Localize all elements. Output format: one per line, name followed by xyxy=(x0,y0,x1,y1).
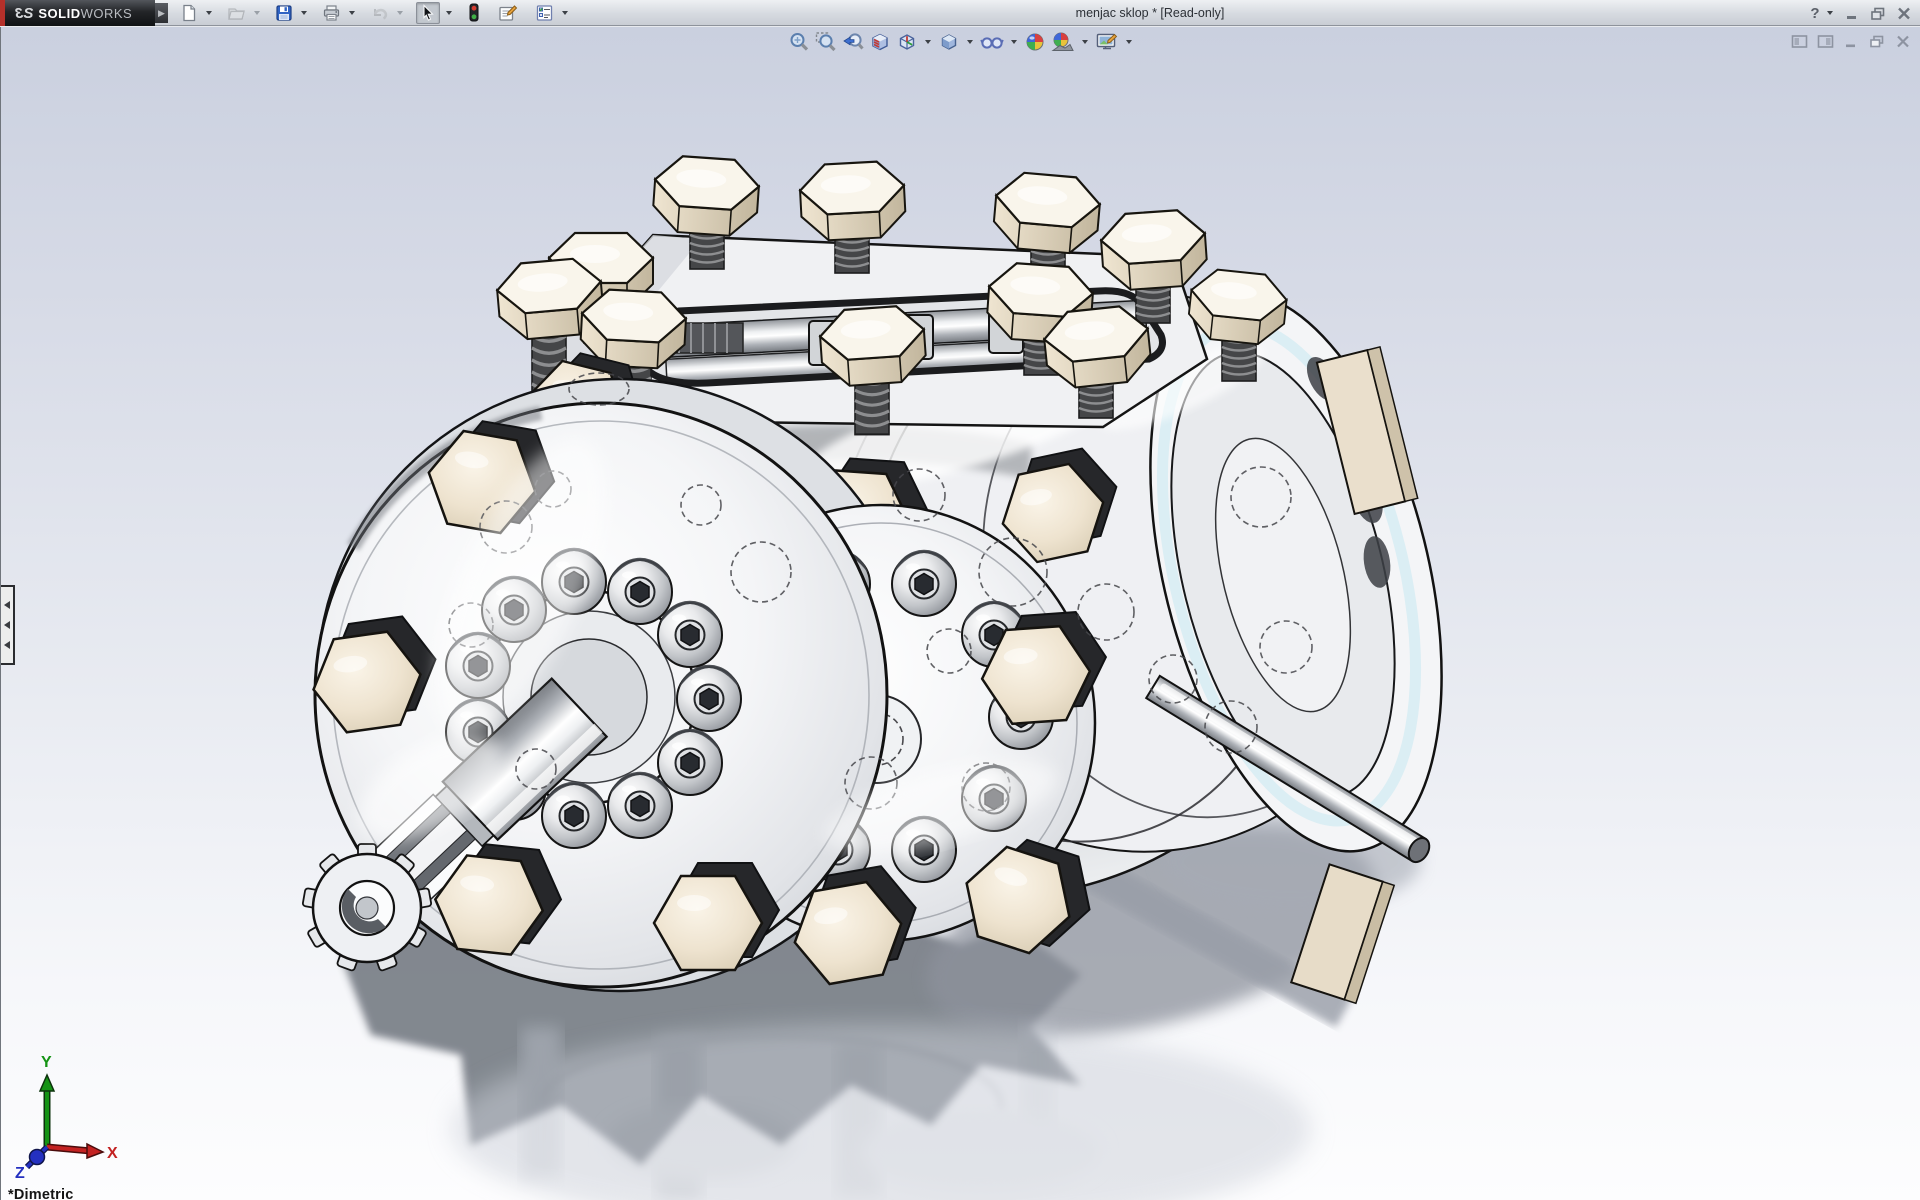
save-icon xyxy=(275,4,293,22)
logo-text-bold: SOLID xyxy=(38,6,80,21)
restore-icon xyxy=(1870,6,1886,21)
triad-y-label: Y xyxy=(41,1054,52,1071)
standard-toolbar xyxy=(178,1,571,25)
view-orientation-button[interactable] xyxy=(895,30,919,54)
restore-button[interactable] xyxy=(1868,3,1888,23)
menu-expand-chevron[interactable]: ▶ xyxy=(155,3,168,23)
open-button[interactable] xyxy=(225,2,248,24)
section-view-button[interactable] xyxy=(868,30,892,54)
hide-show-items-button[interactable] xyxy=(979,30,1005,54)
display-style-icon xyxy=(938,31,960,53)
apply-scene-button[interactable] xyxy=(1050,30,1076,54)
logo-3ds-mark: 3S xyxy=(15,5,33,22)
view-settings-icon xyxy=(1095,31,1119,53)
feature-tree-collapsed-tab[interactable] xyxy=(1,585,15,665)
close-document-button[interactable] xyxy=(1894,33,1912,49)
undo-icon xyxy=(370,4,389,22)
select-dropdown-caret[interactable] xyxy=(446,11,452,15)
apply-scene-icon xyxy=(1051,31,1075,53)
minimize-document-button[interactable] xyxy=(1842,33,1860,49)
rebuild-stoplight-icon xyxy=(467,3,481,23)
select-cursor-icon xyxy=(419,4,437,22)
undo-dropdown-caret[interactable] xyxy=(397,11,403,15)
minimize-button[interactable] xyxy=(1842,3,1862,23)
model-3d-view[interactable] xyxy=(1,27,1920,1200)
view-settings-caret[interactable] xyxy=(1126,40,1132,44)
section-view-icon xyxy=(869,31,891,53)
open-dropdown-caret[interactable] xyxy=(254,11,260,15)
note-pencil-icon xyxy=(498,4,518,22)
view-orientation-caret[interactable] xyxy=(925,40,931,44)
toggle-right-pane-icon xyxy=(1817,34,1834,49)
solidworks-logo: 3S SOLIDWORKS xyxy=(5,0,155,26)
logo-text-light: WORKS xyxy=(81,6,133,21)
edit-appearance-icon xyxy=(1024,31,1046,53)
previous-view-icon xyxy=(842,31,864,53)
close-document-icon xyxy=(1895,34,1911,49)
print-icon xyxy=(322,4,341,22)
select-button[interactable] xyxy=(416,2,440,24)
edit-appearance-button[interactable] xyxy=(1023,30,1047,54)
reference-triad: Y X Z xyxy=(7,1047,119,1184)
print-dropdown-caret[interactable] xyxy=(349,11,355,15)
restore-document-icon xyxy=(1869,34,1885,49)
toggle-left-pane-icon xyxy=(1791,34,1808,49)
close-button[interactable] xyxy=(1894,3,1914,23)
help-dropdown-caret[interactable] xyxy=(1827,11,1833,15)
open-icon xyxy=(227,4,246,22)
apply-scene-caret[interactable] xyxy=(1082,40,1088,44)
previous-view-button[interactable] xyxy=(841,30,865,54)
zoom-to-fit-button[interactable] xyxy=(787,30,811,54)
expand-pane-arrow-icon xyxy=(4,601,10,609)
undo-button[interactable] xyxy=(368,2,391,24)
new-dropdown-caret[interactable] xyxy=(206,11,212,15)
new-document-button[interactable] xyxy=(178,2,200,24)
display-style-caret[interactable] xyxy=(967,40,973,44)
view-orientation-label: *Dimetric xyxy=(8,1187,73,1200)
toggle-right-pane-button[interactable] xyxy=(1816,33,1834,49)
headsup-view-toolbar xyxy=(787,30,1135,54)
print-button[interactable] xyxy=(320,2,343,24)
minimize-icon xyxy=(1845,6,1860,21)
save-dropdown-caret[interactable] xyxy=(301,11,307,15)
zoom-to-area-button[interactable] xyxy=(814,30,838,54)
note-button[interactable] xyxy=(496,2,520,24)
hide-show-items-icon xyxy=(980,31,1004,53)
help-button[interactable]: ? xyxy=(1805,3,1825,23)
view-settings-button[interactable] xyxy=(1094,30,1120,54)
document-window-controls xyxy=(1790,33,1912,49)
close-icon xyxy=(1896,6,1912,21)
minimize-document-icon xyxy=(1844,34,1859,49)
zoom-to-fit-icon xyxy=(788,31,810,53)
restore-document-button[interactable] xyxy=(1868,33,1886,49)
zoom-to-area-icon xyxy=(815,31,837,53)
rebuild-button[interactable] xyxy=(465,2,483,24)
window-controls: ? xyxy=(1805,2,1914,24)
triad-x-label: X xyxy=(107,1145,118,1162)
save-button[interactable] xyxy=(273,2,295,24)
options-button[interactable] xyxy=(533,2,556,24)
hide-show-items-caret[interactable] xyxy=(1011,40,1017,44)
display-style-button[interactable] xyxy=(937,30,961,54)
toggle-left-pane-button[interactable] xyxy=(1790,33,1808,49)
window-title: menjac sklop * [Read-only] xyxy=(1020,6,1280,20)
expand-pane-arrow-icon xyxy=(4,641,10,649)
new-document-icon xyxy=(180,4,198,22)
title-bar: 3S SOLIDWORKS ▶ xyxy=(0,0,1920,26)
graphics-viewport[interactable]: Y X Z *Dimetric xyxy=(0,27,1920,1200)
triad-z-label: Z xyxy=(15,1165,25,1179)
expand-pane-arrow-icon xyxy=(4,621,10,629)
options-dropdown-caret[interactable] xyxy=(562,11,568,15)
options-checklist-icon xyxy=(535,4,554,22)
view-orientation-icon xyxy=(896,31,918,53)
